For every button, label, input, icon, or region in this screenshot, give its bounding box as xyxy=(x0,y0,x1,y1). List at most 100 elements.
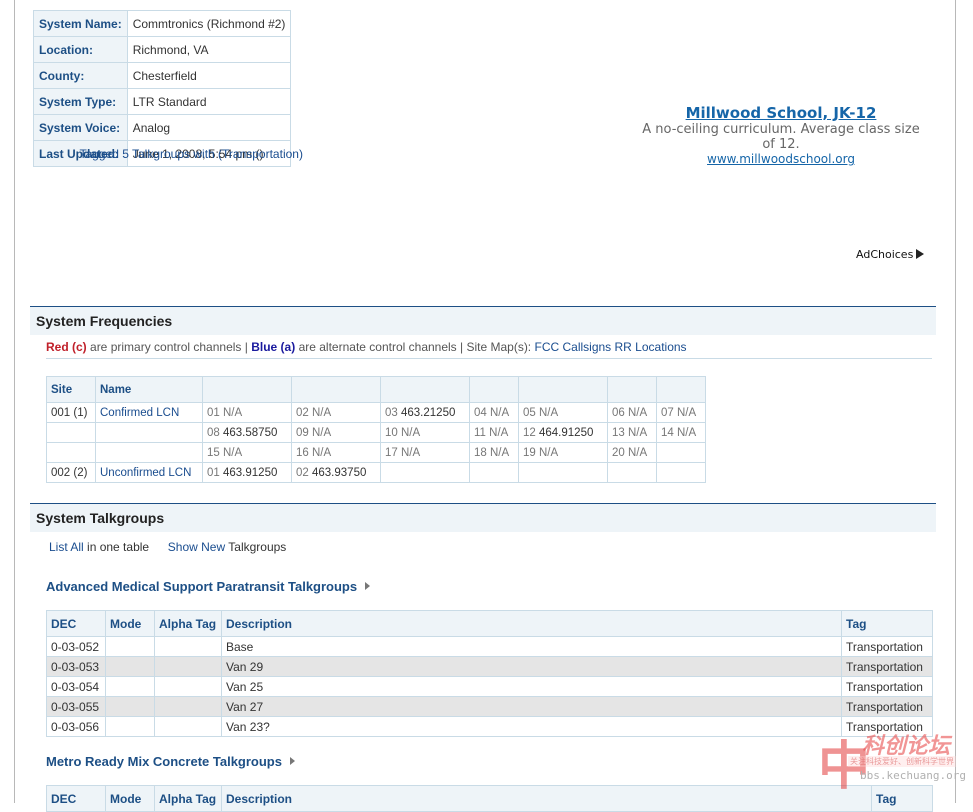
tg-desc: Van 23? xyxy=(221,716,842,737)
adchoices-icon xyxy=(916,249,925,259)
legend-text-2: are alternate control channels | Site Ma… xyxy=(298,340,532,354)
frequencies-legend: Red (c) are primary control channels | B… xyxy=(46,340,932,359)
freq-cell: 13 N/A xyxy=(607,422,657,443)
info-value: Commtronics (Richmond #2) xyxy=(126,10,292,37)
freq-cell: 06 N/A xyxy=(607,402,657,423)
tg-tag: Transportation xyxy=(841,656,933,677)
freq-cell xyxy=(607,462,657,483)
tg-desc: Van 29 xyxy=(221,656,842,677)
tg-desc: Base xyxy=(221,636,842,657)
tg-mode xyxy=(105,716,155,737)
freq-cell: 02 463.93750 xyxy=(291,462,381,483)
freq-cell: 04 N/A xyxy=(469,402,519,423)
talkgroup-header-row: DEC Mode Alpha Tag Description Tag xyxy=(46,610,933,637)
freq-row: 002 (2) Unconfirmed LCN 01 463.91250 02 … xyxy=(46,462,706,483)
tg-mode xyxy=(105,676,155,697)
tg-alpha xyxy=(154,656,222,677)
adchoices-link[interactable]: AdChoices xyxy=(856,248,925,261)
talkgroup-row: 0-03-053 Van 29 Transportation xyxy=(46,656,933,677)
tg-alpha xyxy=(154,716,222,737)
freq-cell: 02 N/A xyxy=(291,402,381,423)
list-all-link[interactable]: List All xyxy=(49,540,84,554)
freq-cell: 03 463.21250 xyxy=(380,402,470,423)
talkgroup-row: 0-03-055 Van 27 Transportation xyxy=(46,696,933,717)
freq-row: 001 (1) Confirmed LCN 01 N/A 02 N/A 03 4… xyxy=(46,402,706,423)
info-label: County: xyxy=(33,62,128,89)
tg-alpha xyxy=(154,676,222,697)
info-value-updated: June 1, 2008, 5:54 pm (Tagged 5 Talkgrou… xyxy=(80,140,303,167)
col-description-header: Description xyxy=(221,785,872,812)
frequencies-heading: System Frequencies xyxy=(36,313,173,329)
in-one-table-text: in one table xyxy=(87,540,150,554)
talkgroup-category-header[interactable]: Metro Ready Mix Concrete Talkgroups xyxy=(46,754,295,769)
site-map-links[interactable]: FCC Callsigns RR Locations xyxy=(535,340,687,354)
col-empty-header xyxy=(518,376,608,403)
adchoices-label: AdChoices xyxy=(856,248,914,261)
page-border-left xyxy=(14,0,15,803)
site-cell xyxy=(46,442,96,463)
tg-alpha xyxy=(154,696,222,717)
col-alpha-tag-header: Alpha Tag xyxy=(154,785,222,812)
tg-dec: 0-03-053 xyxy=(46,656,106,677)
talkgroups-word: Talkgroups xyxy=(228,540,287,554)
talkgroup-row: 0-03-056 Van 23? Transportation xyxy=(46,716,933,737)
site-name-cell xyxy=(95,442,203,463)
info-label: System Voice: xyxy=(33,114,128,141)
col-alpha-tag-header: Alpha Tag xyxy=(154,610,222,637)
ad-title-link[interactable]: Millwood School, JK-12 xyxy=(640,104,922,122)
talkgroup-links: List All in one table Show New Talkgroup… xyxy=(49,540,286,554)
tg-tag: Transportation xyxy=(841,676,933,697)
tg-dec: 0-03-054 xyxy=(46,676,106,697)
freq-cell: 14 N/A xyxy=(656,422,706,443)
col-empty-header xyxy=(291,376,381,403)
tg-desc: Van 25 xyxy=(221,676,842,697)
talkgroup-category-header[interactable]: Advanced Medical Support Paratransit Tal… xyxy=(46,579,371,594)
tg-tag: Transportation xyxy=(841,636,933,657)
col-name-header: Name xyxy=(95,376,203,403)
info-row-location: Location: Richmond, VA xyxy=(33,36,292,63)
show-new-link[interactable]: Show New xyxy=(168,540,225,554)
site-name-cell xyxy=(95,422,203,443)
talkgroups-heading: System Talkgroups xyxy=(36,510,165,526)
tg-mode xyxy=(105,696,155,717)
frequencies-table: Site Name 001 (1) Confirmed LCN 01 N/A 0… xyxy=(46,376,706,483)
freq-cell: 01 463.91250 xyxy=(202,462,292,483)
talkgroup-table: DEC Mode Alpha Tag Description Tag xyxy=(46,785,933,812)
watermark-url: bbs.kechuang.org xyxy=(860,769,966,782)
col-empty-header xyxy=(469,376,519,403)
freq-cell xyxy=(380,462,470,483)
col-site-header: Site xyxy=(46,376,96,403)
info-row-county: County: Chesterfield xyxy=(33,62,292,89)
frequencies-section-header: System Frequencies xyxy=(30,306,936,335)
freq-cell: 07 N/A xyxy=(656,402,706,423)
freq-cell: 17 N/A xyxy=(380,442,470,463)
info-value: Analog xyxy=(126,114,292,141)
site-name-link[interactable]: Unconfirmed LCN xyxy=(95,462,203,483)
tg-desc: Van 27 xyxy=(221,696,842,717)
freq-cell xyxy=(656,442,706,463)
tg-tag: Transportation xyxy=(841,696,933,717)
talkgroups-section-header: System Talkgroups xyxy=(30,503,936,532)
site-cell xyxy=(46,422,96,443)
freq-cell: 18 N/A xyxy=(469,442,519,463)
page-border-right xyxy=(955,0,956,803)
tg-mode xyxy=(105,656,155,677)
freq-cell: 12 464.91250 xyxy=(518,422,608,443)
freq-cell: 11 N/A xyxy=(469,422,519,443)
expand-arrow-icon[interactable] xyxy=(289,757,295,765)
legend-text-1: are primary control channels | xyxy=(90,340,248,354)
info-label: System Type: xyxy=(33,88,128,115)
freq-cell: 20 N/A xyxy=(607,442,657,463)
expand-arrow-icon[interactable] xyxy=(365,582,371,590)
info-row-name: System Name: Commtronics (Richmond #2) xyxy=(33,10,292,37)
info-row-voice: System Voice: Analog xyxy=(33,114,292,141)
talkgroup-table: DEC Mode Alpha Tag Description Tag 0-03-… xyxy=(46,610,933,737)
col-mode-header: Mode xyxy=(105,610,155,637)
freq-cell: 01 N/A xyxy=(202,402,292,423)
site-name-link[interactable]: Confirmed LCN xyxy=(95,402,203,423)
freq-cell xyxy=(518,462,608,483)
col-empty-header xyxy=(380,376,470,403)
site-cell: 002 (2) xyxy=(46,462,96,483)
ad-url-link[interactable]: www.millwoodschool.org xyxy=(640,152,922,166)
freq-cell: 05 N/A xyxy=(518,402,608,423)
